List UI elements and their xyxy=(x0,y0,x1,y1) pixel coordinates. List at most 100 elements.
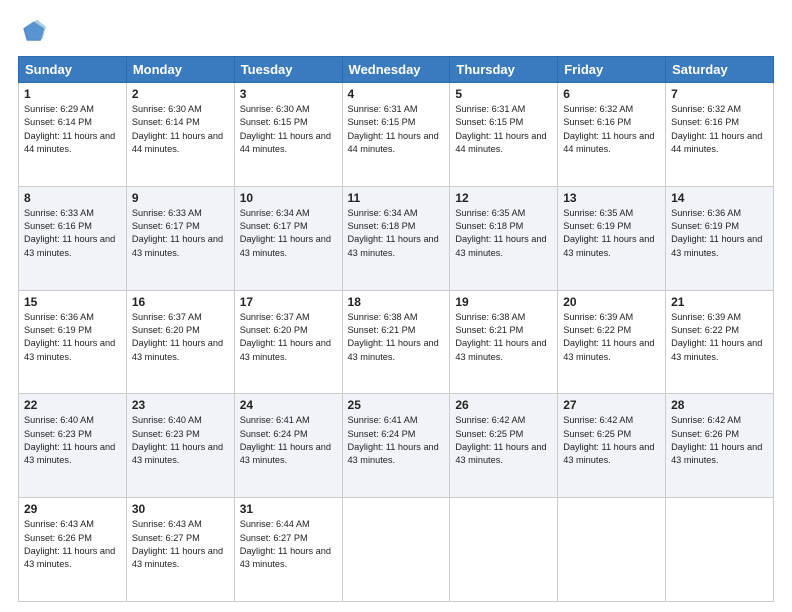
calendar-cell: 22 Sunrise: 6:40 AMSunset: 6:23 PMDayligh… xyxy=(19,394,127,498)
calendar-week-5: 29Sunrise: 6:43 AMSunset: 6:26 PMDayligh… xyxy=(19,498,774,602)
calendar-cell: 14Sunrise: 6:36 AMSunset: 6:19 PMDayligh… xyxy=(666,186,774,290)
cell-content: Sunrise: 6:30 AMSunset: 6:15 PMDaylight:… xyxy=(240,103,337,156)
calendar-cell: 2 Sunrise: 6:30 AMSunset: 6:14 PMDaylight… xyxy=(126,83,234,187)
day-number: 24 xyxy=(240,398,337,412)
calendar-cell: 26 Sunrise: 6:42 AMSunset: 6:25 PMDayligh… xyxy=(450,394,558,498)
cell-content: Sunrise: 6:40 AMSunset: 6:23 PMDaylight:… xyxy=(24,414,121,467)
calendar-header-sunday: Sunday xyxy=(19,57,127,83)
calendar-cell: 11 Sunrise: 6:34 AMSunset: 6:18 PMDayligh… xyxy=(342,186,450,290)
calendar-cell: 5Sunrise: 6:31 AMSunset: 6:15 PMDaylight… xyxy=(450,83,558,187)
calendar-header-thursday: Thursday xyxy=(450,57,558,83)
cell-content: Sunrise: 6:38 AMSunset: 6:21 PMDaylight:… xyxy=(348,311,445,364)
day-number: 29 xyxy=(24,502,121,516)
calendar-cell: 10 Sunrise: 6:34 AMSunset: 6:17 PMDayligh… xyxy=(234,186,342,290)
calendar-week-2: 8 Sunrise: 6:33 AMSunset: 6:16 PMDaylight… xyxy=(19,186,774,290)
cell-content: Sunrise: 6:42 AMSunset: 6:26 PMDaylight:… xyxy=(671,414,768,467)
day-number: 9 xyxy=(132,191,229,205)
cell-content: Sunrise: 6:42 AMSunset: 6:25 PMDaylight:… xyxy=(563,414,660,467)
cell-content: Sunrise: 6:32 AMSunset: 6:16 PMDaylight:… xyxy=(563,103,660,156)
calendar-cell: 16 Sunrise: 6:37 AMSunset: 6:20 PMDayligh… xyxy=(126,290,234,394)
day-number: 18 xyxy=(348,295,445,309)
calendar-cell: 25 Sunrise: 6:41 AMSunset: 6:24 PMDayligh… xyxy=(342,394,450,498)
calendar-cell: 4 Sunrise: 6:31 AMSunset: 6:15 PMDaylight… xyxy=(342,83,450,187)
cell-content: Sunrise: 6:29 AMSunset: 6:14 PMDaylight:… xyxy=(24,103,121,156)
header xyxy=(18,18,774,46)
calendar-cell: 27 Sunrise: 6:42 AMSunset: 6:25 PMDayligh… xyxy=(558,394,666,498)
calendar-cell: 18 Sunrise: 6:38 AMSunset: 6:21 PMDayligh… xyxy=(342,290,450,394)
cell-content: Sunrise: 6:40 AMSunset: 6:23 PMDaylight:… xyxy=(132,414,229,467)
day-number: 28 xyxy=(671,398,768,412)
cell-content: Sunrise: 6:39 AMSunset: 6:22 PMDaylight:… xyxy=(563,311,660,364)
cell-content: Sunrise: 6:44 AMSunset: 6:27 PMDaylight:… xyxy=(240,518,337,571)
calendar-header-tuesday: Tuesday xyxy=(234,57,342,83)
day-number: 1 xyxy=(24,87,121,101)
day-number: 20 xyxy=(563,295,660,309)
day-number: 10 xyxy=(240,191,337,205)
calendar-cell: 23 Sunrise: 6:40 AMSunset: 6:23 PMDayligh… xyxy=(126,394,234,498)
day-number: 19 xyxy=(455,295,552,309)
day-number: 30 xyxy=(132,502,229,516)
cell-content: Sunrise: 6:34 AMSunset: 6:18 PMDaylight:… xyxy=(348,207,445,260)
calendar-cell: 6 Sunrise: 6:32 AMSunset: 6:16 PMDaylight… xyxy=(558,83,666,187)
cell-content: Sunrise: 6:39 AMSunset: 6:22 PMDaylight:… xyxy=(671,311,768,364)
calendar-cell: 20 Sunrise: 6:39 AMSunset: 6:22 PMDayligh… xyxy=(558,290,666,394)
day-number: 22 xyxy=(24,398,121,412)
cell-content: Sunrise: 6:36 AMSunset: 6:19 PMDaylight:… xyxy=(671,207,768,260)
day-number: 11 xyxy=(348,191,445,205)
cell-content: Sunrise: 6:38 AMSunset: 6:21 PMDaylight:… xyxy=(455,311,552,364)
cell-content: Sunrise: 6:41 AMSunset: 6:24 PMDaylight:… xyxy=(240,414,337,467)
calendar-header-monday: Monday xyxy=(126,57,234,83)
calendar-cell: 8 Sunrise: 6:33 AMSunset: 6:16 PMDaylight… xyxy=(19,186,127,290)
calendar-cell: 1 Sunrise: 6:29 AMSunset: 6:14 PMDaylight… xyxy=(19,83,127,187)
calendar-table: SundayMondayTuesdayWednesdayThursdayFrid… xyxy=(18,56,774,602)
cell-content: Sunrise: 6:41 AMSunset: 6:24 PMDaylight:… xyxy=(348,414,445,467)
calendar-week-4: 22 Sunrise: 6:40 AMSunset: 6:23 PMDayligh… xyxy=(19,394,774,498)
cell-content: Sunrise: 6:31 AMSunset: 6:15 PMDaylight:… xyxy=(348,103,445,156)
day-number: 31 xyxy=(240,502,337,516)
cell-content: Sunrise: 6:37 AMSunset: 6:20 PMDaylight:… xyxy=(132,311,229,364)
day-number: 2 xyxy=(132,87,229,101)
page: SundayMondayTuesdayWednesdayThursdayFrid… xyxy=(0,0,792,612)
cell-content: Sunrise: 6:35 AMSunset: 6:19 PMDaylight:… xyxy=(563,207,660,260)
calendar-header-wednesday: Wednesday xyxy=(342,57,450,83)
calendar-cell: 24 Sunrise: 6:41 AMSunset: 6:24 PMDayligh… xyxy=(234,394,342,498)
calendar-cell xyxy=(666,498,774,602)
day-number: 6 xyxy=(563,87,660,101)
calendar-week-1: 1 Sunrise: 6:29 AMSunset: 6:14 PMDaylight… xyxy=(19,83,774,187)
day-number: 26 xyxy=(455,398,552,412)
day-number: 27 xyxy=(563,398,660,412)
calendar-cell: 19 Sunrise: 6:38 AMSunset: 6:21 PMDayligh… xyxy=(450,290,558,394)
calendar-cell: 31 Sunrise: 6:44 AMSunset: 6:27 PMDayligh… xyxy=(234,498,342,602)
calendar-cell: 13 Sunrise: 6:35 AMSunset: 6:19 PMDayligh… xyxy=(558,186,666,290)
calendar-cell xyxy=(342,498,450,602)
calendar-week-3: 15Sunrise: 6:36 AMSunset: 6:19 PMDayligh… xyxy=(19,290,774,394)
cell-content: Sunrise: 6:32 AMSunset: 6:16 PMDaylight:… xyxy=(671,103,768,156)
calendar-cell xyxy=(558,498,666,602)
calendar-cell xyxy=(450,498,558,602)
cell-content: Sunrise: 6:34 AMSunset: 6:17 PMDaylight:… xyxy=(240,207,337,260)
calendar-cell: 29Sunrise: 6:43 AMSunset: 6:26 PMDayligh… xyxy=(19,498,127,602)
calendar-header-friday: Friday xyxy=(558,57,666,83)
day-number: 17 xyxy=(240,295,337,309)
day-number: 4 xyxy=(348,87,445,101)
day-number: 8 xyxy=(24,191,121,205)
calendar-header-saturday: Saturday xyxy=(666,57,774,83)
calendar-cell: 30 Sunrise: 6:43 AMSunset: 6:27 PMDayligh… xyxy=(126,498,234,602)
cell-content: Sunrise: 6:30 AMSunset: 6:14 PMDaylight:… xyxy=(132,103,229,156)
day-number: 13 xyxy=(563,191,660,205)
calendar-cell: 15Sunrise: 6:36 AMSunset: 6:19 PMDayligh… xyxy=(19,290,127,394)
day-number: 25 xyxy=(348,398,445,412)
calendar-cell: 12Sunrise: 6:35 AMSunset: 6:18 PMDayligh… xyxy=(450,186,558,290)
day-number: 12 xyxy=(455,191,552,205)
calendar-cell: 3Sunrise: 6:30 AMSunset: 6:15 PMDaylight… xyxy=(234,83,342,187)
calendar-cell: 28 Sunrise: 6:42 AMSunset: 6:26 PMDayligh… xyxy=(666,394,774,498)
cell-content: Sunrise: 6:42 AMSunset: 6:25 PMDaylight:… xyxy=(455,414,552,467)
calendar-cell: 17Sunrise: 6:37 AMSunset: 6:20 PMDayligh… xyxy=(234,290,342,394)
day-number: 23 xyxy=(132,398,229,412)
cell-content: Sunrise: 6:43 AMSunset: 6:27 PMDaylight:… xyxy=(132,518,229,571)
calendar-header-row: SundayMondayTuesdayWednesdayThursdayFrid… xyxy=(19,57,774,83)
calendar-cell: 7Sunrise: 6:32 AMSunset: 6:16 PMDaylight… xyxy=(666,83,774,187)
day-number: 16 xyxy=(132,295,229,309)
logo-icon xyxy=(18,18,46,46)
cell-content: Sunrise: 6:33 AMSunset: 6:16 PMDaylight:… xyxy=(24,207,121,260)
